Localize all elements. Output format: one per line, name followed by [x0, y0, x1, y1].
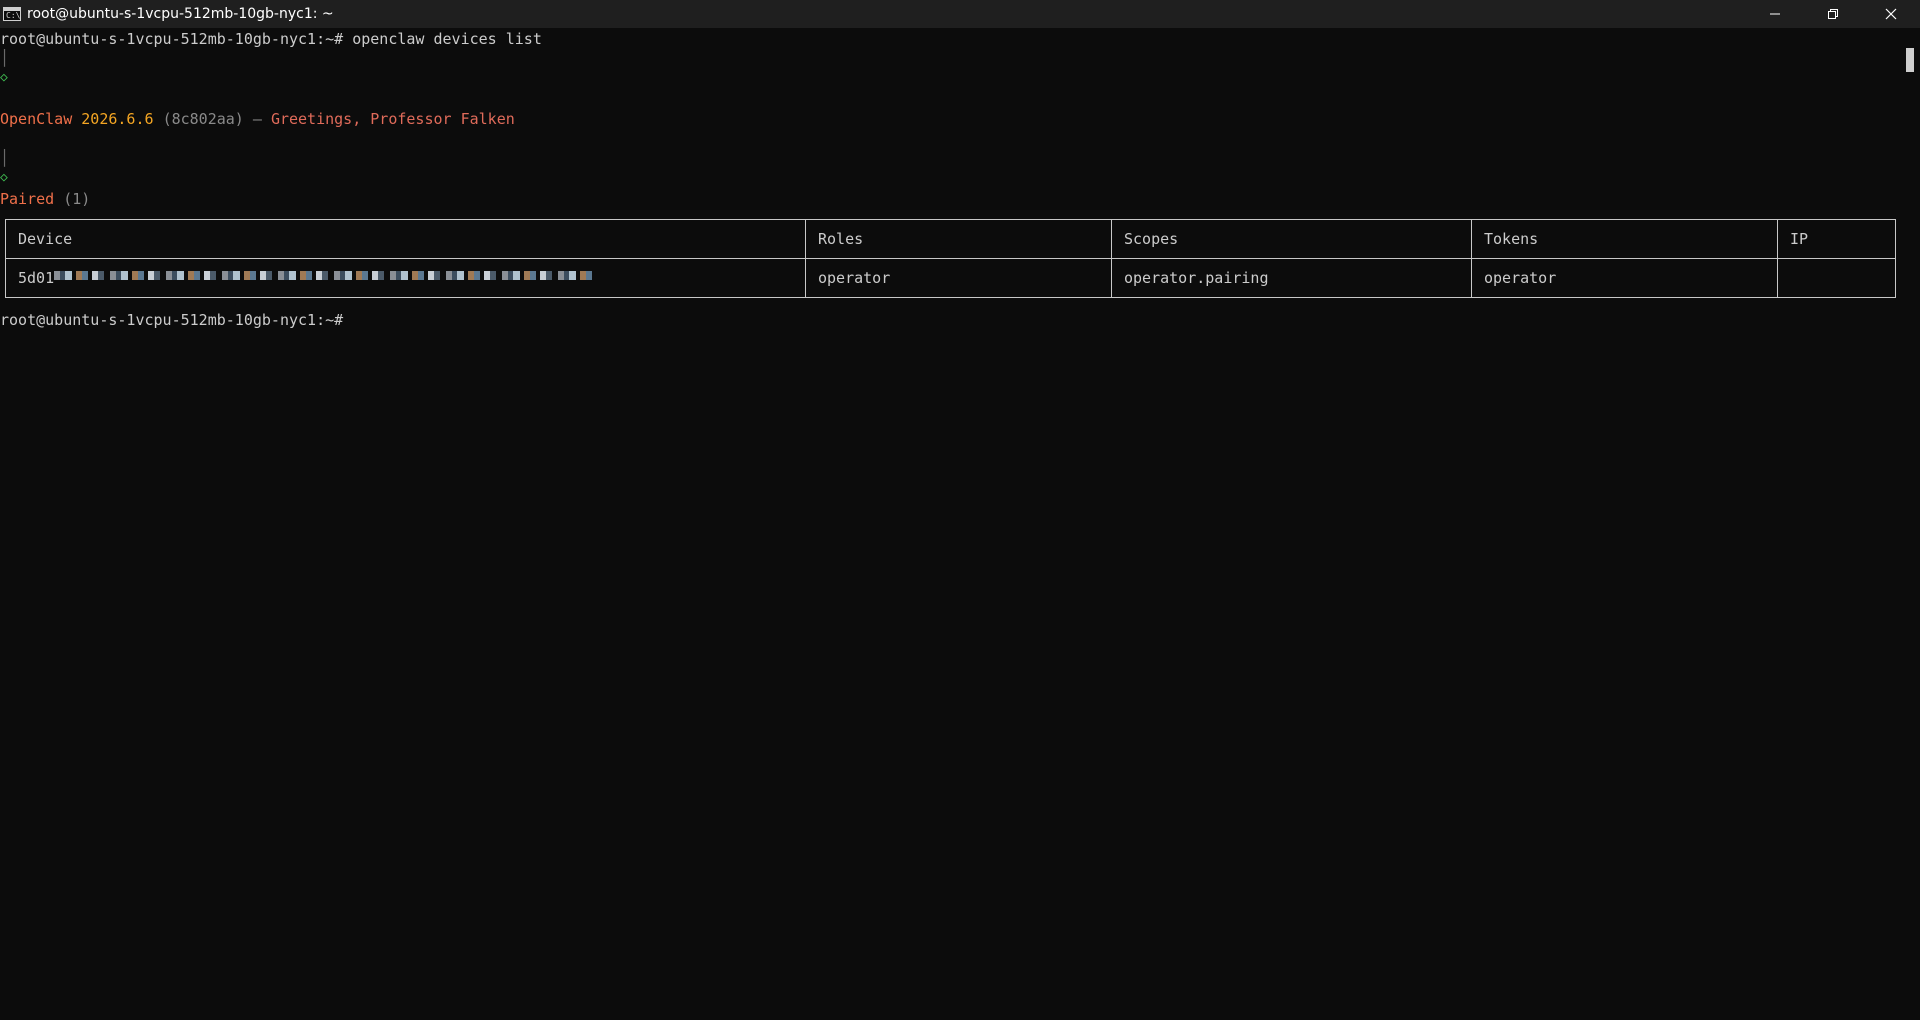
ip-cell — [1777, 258, 1896, 298]
section-count: (1) — [63, 190, 91, 208]
minimize-icon — [1770, 13, 1780, 15]
final-prompt-line[interactable]: root@ubuntu-s-1vcpu-512mb-10gb-nyc1:~# — [0, 310, 343, 330]
redacted-device-id — [54, 271, 595, 280]
devices-table: Device Roles Scopes Tokens IP 5d01 opera… — [5, 219, 1896, 298]
scrollbar-thumb[interactable] — [1906, 48, 1914, 72]
device-id: 5d01 — [18, 269, 55, 287]
restore-icon — [1828, 9, 1838, 19]
scopes-cell: operator.pairing — [1111, 258, 1472, 298]
column-header-roles: Roles — [805, 219, 1112, 259]
scrollbar[interactable] — [1900, 28, 1920, 1020]
shell-prompt: root@ubuntu-s-1vcpu-512mb-10gb-nyc1:~# — [0, 30, 344, 48]
column-header-ip: IP — [1777, 219, 1896, 259]
banner-dash: — — [252, 110, 262, 128]
brand-name: OpenClaw — [0, 110, 73, 128]
tokens-cell: operator — [1471, 258, 1778, 298]
banner-line: OpenClaw 2026.6.6 (8c802aa) — Greetings,… — [0, 109, 515, 129]
command-text: openclaw devices list — [352, 30, 542, 48]
tree-node-icon: ◇ — [0, 70, 8, 85]
terminal-output[interactable]: root@ubuntu-s-1vcpu-512mb-10gb-nyc1:~# o… — [0, 28, 1900, 1020]
banner-greeting: Greetings, Professor Falken — [270, 110, 515, 128]
column-header-tokens: Tokens — [1471, 219, 1778, 259]
minimize-button[interactable] — [1746, 0, 1804, 28]
device-cell: 5d01 — [5, 258, 806, 298]
window-controls — [1746, 0, 1920, 28]
section-header: Paired (1) — [0, 189, 90, 209]
brand-version: 2026.6.6 — [81, 110, 154, 128]
brand-commit: (8c802aa) — [162, 110, 244, 128]
close-icon — [1885, 8, 1897, 20]
shell-prompt: root@ubuntu-s-1vcpu-512mb-10gb-nyc1:~# — [0, 311, 344, 329]
tree-bar: │ — [0, 149, 10, 167]
close-button[interactable] — [1862, 0, 1920, 28]
column-header-device: Device — [5, 219, 806, 259]
table-row: 5d01 operator operator.pairing operator — [5, 258, 1896, 298]
roles-cell: operator — [805, 258, 1112, 298]
window-title: root@ubuntu-s-1vcpu-512mb-10gb-nyc1: ~ — [27, 6, 334, 22]
tree-bar: │ — [0, 49, 10, 67]
terminal-icon: C:\ — [3, 7, 21, 21]
window-titlebar[interactable]: C:\ root@ubuntu-s-1vcpu-512mb-10gb-nyc1:… — [0, 0, 1920, 28]
column-header-scopes: Scopes — [1111, 219, 1472, 259]
section-label: Paired — [0, 190, 55, 208]
tree-node-icon: ◇ — [0, 170, 8, 185]
restore-button[interactable] — [1804, 0, 1862, 28]
command-line: root@ubuntu-s-1vcpu-512mb-10gb-nyc1:~# o… — [0, 29, 542, 49]
table-header-row: Device Roles Scopes Tokens IP — [5, 219, 1896, 259]
